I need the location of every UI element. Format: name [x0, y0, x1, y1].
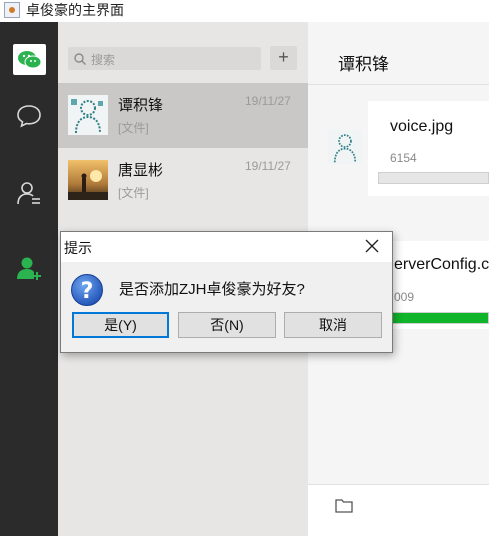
chat-title: 谭积锋 — [338, 55, 389, 74]
file-name: voice.jpg — [390, 118, 454, 135]
add-button[interactable]: + — [270, 46, 297, 70]
yes-button[interactable]: 是(Y) — [72, 312, 169, 338]
file-progress-fill — [381, 313, 488, 323]
wechat-logo-icon — [18, 51, 42, 69]
file-size: 6154 — [390, 151, 417, 165]
add-friend-icon[interactable] — [16, 255, 42, 281]
conversation-preview: [文件] — [118, 186, 149, 200]
close-icon[interactable] — [362, 236, 382, 256]
folder-icon[interactable] — [335, 497, 353, 513]
avatar — [68, 160, 108, 200]
chat-header-divider — [308, 84, 489, 85]
wechat-logo — [13, 44, 46, 75]
svg-text:?: ? — [81, 279, 94, 304]
file-name: erverConfig.c — [394, 256, 489, 273]
conversation-name: 谭积锋 — [118, 97, 164, 114]
java-app-icon — [4, 2, 20, 18]
window-title: 卓俊豪的主界面 — [26, 2, 124, 18]
contacts-icon[interactable] — [16, 180, 42, 206]
question-icon: ? — [71, 274, 103, 306]
dialog-titlebar — [61, 232, 392, 262]
dialog-title: 提示 — [64, 240, 92, 256]
dialog-message: 是否添加ZJH卓俊豪为好友? — [119, 281, 305, 298]
file-progress-bar — [378, 172, 489, 184]
conversation-date: 19/11/27 — [245, 159, 291, 173]
avatar — [68, 95, 108, 135]
conversation-preview: [文件] — [118, 121, 149, 135]
chat-bubble-icon[interactable] — [16, 103, 42, 129]
search-icon — [74, 53, 86, 65]
no-button[interactable]: 否(N) — [178, 312, 276, 338]
avatar — [328, 130, 362, 164]
conversation-name: 唐显彬 — [118, 162, 164, 179]
file-progress-bar — [380, 312, 489, 324]
cancel-button[interactable]: 取消 — [284, 312, 382, 338]
search-placeholder: 搜索 — [91, 53, 116, 67]
file-size: 009 — [394, 290, 415, 304]
conversation-date: 19/11/27 — [245, 94, 291, 108]
